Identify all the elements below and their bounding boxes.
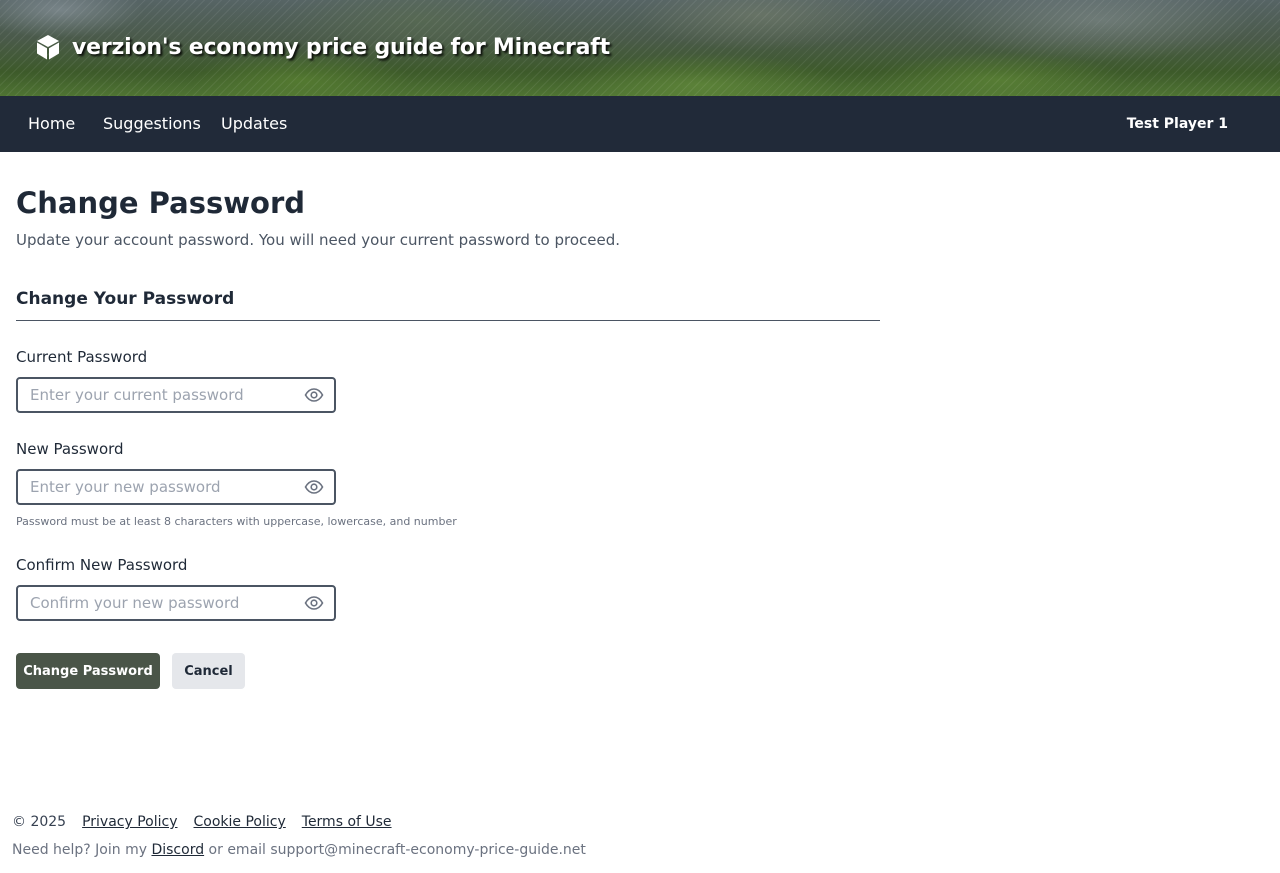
cube-icon (37, 35, 59, 60)
help-suffix-text: or email support@minecraft-economy-price… (208, 842, 586, 858)
new-password-label: New Password (16, 440, 124, 458)
footer-help-row: Need help? Join my Discord or email supp… (12, 842, 586, 858)
nav-updates-link[interactable]: Updates (221, 96, 287, 152)
confirm-password-label: Confirm New Password (16, 556, 188, 574)
nav-suggestions-link[interactable]: Suggestions (103, 96, 201, 152)
cookie-policy-link[interactable]: Cookie Policy (194, 814, 286, 830)
main-navbar: Home Suggestions Updates Test Player 1 (0, 96, 1280, 152)
new-password-input[interactable] (30, 471, 300, 503)
current-password-label: Current Password (16, 348, 148, 366)
eye-icon[interactable] (304, 386, 324, 404)
page-title: Change Password (16, 186, 306, 220)
terms-of-use-link[interactable]: Terms of Use (302, 814, 392, 830)
confirm-password-input[interactable] (30, 587, 300, 619)
page-subtitle: Update your account password. You will n… (16, 231, 620, 249)
confirm-password-field (16, 585, 336, 621)
discord-link[interactable]: Discord (151, 842, 204, 858)
cancel-button[interactable]: Cancel (172, 653, 245, 689)
section-divider (16, 320, 880, 321)
section-title: Change Your Password (16, 289, 235, 309)
eye-icon[interactable] (304, 478, 324, 496)
user-menu[interactable]: Test Player 1 (1127, 96, 1228, 152)
nav-home-link[interactable]: Home (28, 96, 75, 152)
change-password-button[interactable]: Change Password (16, 653, 160, 689)
footer-links-row: © 2025 Privacy Policy Cookie Policy Term… (12, 814, 408, 830)
current-password-input[interactable] (30, 379, 300, 411)
eye-icon[interactable] (304, 594, 324, 612)
new-password-field (16, 469, 336, 505)
privacy-policy-link[interactable]: Privacy Policy (82, 814, 177, 830)
help-prefix-text: Need help? Join my (12, 842, 148, 858)
copyright-text: © 2025 (12, 814, 67, 830)
site-title: verzion's economy price guide for Minecr… (72, 34, 610, 60)
current-password-field (16, 377, 336, 413)
site-brand[interactable]: verzion's economy price guide for Minecr… (34, 33, 610, 61)
site-banner: verzion's economy price guide for Minecr… (0, 0, 1280, 96)
password-hint: Password must be at least 8 characters w… (16, 515, 457, 528)
